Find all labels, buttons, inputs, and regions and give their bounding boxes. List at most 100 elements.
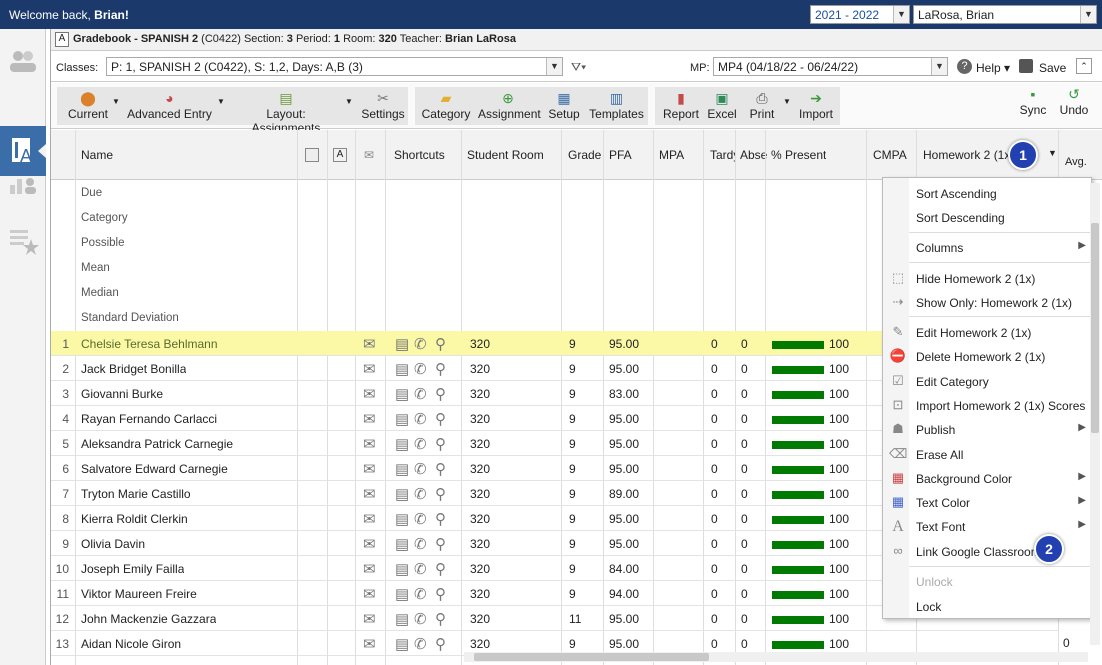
menu-hide-column[interactable]: ⬚ Hide Homework 2 (1x) (883, 267, 1093, 291)
location-icon[interactable]: ⚲ (435, 360, 446, 378)
contact-card-icon[interactable]: ▤ (395, 410, 409, 428)
phone-icon[interactable]: ✆ (414, 635, 427, 653)
phone-icon[interactable]: ✆ (414, 460, 427, 478)
mail-icon[interactable]: ✉ (363, 385, 376, 403)
current-button[interactable]: ⬤ Current (65, 90, 111, 121)
mail-icon[interactable]: ✉ (363, 335, 376, 353)
location-icon[interactable]: ⚲ (435, 385, 446, 403)
menu-show-only[interactable]: ⇢ Show Only: Homework 2 (1x) (883, 291, 1093, 315)
mail-icon[interactable]: ✉ (363, 635, 376, 653)
assignment-button[interactable]: ⊕ Assignment (478, 90, 541, 121)
mail-icon[interactable]: ✉ (363, 485, 376, 503)
col-student-room[interactable]: Student Room (467, 148, 544, 162)
contact-card-icon[interactable]: ▤ (395, 360, 409, 378)
location-icon[interactable]: ⚲ (435, 635, 446, 653)
year-select[interactable]: 2021 - 2022 ▼ (810, 5, 910, 24)
location-icon[interactable]: ⚲ (435, 435, 446, 453)
menu-text-color[interactable]: ▦ Text Color ▶ (883, 491, 1093, 515)
contact-card-icon[interactable]: ▤ (395, 485, 409, 503)
col-present[interactable]: % Present (771, 148, 826, 162)
print-button[interactable]: ⎙ Print (745, 90, 779, 121)
sync-button[interactable]: ▪ Sync (1017, 86, 1049, 117)
scroll-thumb[interactable] (474, 653, 709, 661)
vertical-scrollbar[interactable] (1090, 183, 1100, 645)
photo-icon[interactable] (305, 148, 319, 162)
scroll-thumb[interactable] (1091, 223, 1099, 433)
chevron-down-icon[interactable]: ▼ (345, 97, 353, 106)
mail-icon[interactable]: ✉ (363, 435, 376, 453)
col-homework-2[interactable]: Homework 2 (1x) (923, 148, 1014, 162)
phone-icon[interactable]: ✆ (414, 585, 427, 603)
chart-icon[interactable] (6, 167, 40, 197)
phone-icon[interactable]: ✆ (414, 560, 427, 578)
chevron-down-icon[interactable]: ▼ (783, 97, 791, 106)
mail-icon[interactable]: ✉ (363, 585, 376, 603)
menu-publish[interactable]: ☗ Publish ▶ (883, 418, 1093, 442)
import-button[interactable]: ➔ Import (797, 90, 835, 121)
templates-button[interactable]: ▥ Templates (589, 90, 644, 121)
save-button[interactable]: Save (1039, 61, 1066, 75)
location-icon[interactable]: ⚲ (435, 510, 446, 528)
collapse-icon[interactable]: ⌃ (1076, 58, 1092, 74)
chevron-down-icon[interactable]: ▼ (931, 58, 947, 75)
phone-icon[interactable]: ✆ (414, 435, 427, 453)
col-pfa[interactable]: PFA (609, 148, 632, 162)
location-icon[interactable]: ⚲ (435, 485, 446, 503)
chevron-down-icon[interactable]: ▼ (217, 97, 225, 106)
advanced-entry-button[interactable]: ◕ Advanced Entry (127, 90, 212, 121)
save-icon[interactable] (1019, 59, 1033, 73)
menu-erase-all[interactable]: ⌫ Erase All (883, 443, 1093, 467)
phone-icon[interactable]: ✆ (414, 410, 427, 428)
mail-icon[interactable]: ✉ (363, 560, 376, 578)
list-star-icon[interactable] (6, 225, 40, 255)
menu-import-scores[interactable]: ⊡ Import Homework 2 (1x) Scores (883, 394, 1093, 418)
mail-icon[interactable]: ✉ (363, 610, 376, 628)
col-tardy[interactable]: Tardy (710, 148, 735, 162)
phone-icon[interactable]: ✆ (414, 485, 427, 503)
col-avg[interactable]: Avg. (1065, 156, 1087, 168)
layout-button[interactable]: ▤ Layout: Assignments (233, 90, 339, 135)
settings-button[interactable]: ✂ Settings (361, 90, 405, 121)
menu-background-color[interactable]: ▦ Background Color ▶ (883, 467, 1093, 491)
users-icon[interactable] (6, 47, 40, 77)
setup-button[interactable]: ▦ Setup (546, 90, 582, 121)
classes-select[interactable]: P: 1, SPANISH 2 (C0422), S: 1,2, Days: A… (106, 57, 563, 76)
col-shortcuts[interactable]: Shortcuts (394, 148, 445, 162)
menu-unlock[interactable]: Unlock (883, 570, 1093, 594)
phone-icon[interactable]: ✆ (414, 610, 427, 628)
contact-card-icon[interactable]: ▤ (395, 435, 409, 453)
mail-icon[interactable]: ✉ (363, 360, 376, 378)
chevron-down-icon[interactable]: ▼ (1080, 6, 1096, 23)
location-icon[interactable]: ⚲ (435, 460, 446, 478)
col-mpa[interactable]: MPA (659, 148, 684, 162)
phone-icon[interactable]: ✆ (414, 510, 427, 528)
contact-card-icon[interactable]: ▤ (395, 585, 409, 603)
help-button[interactable]: Help ▾ (976, 61, 1010, 75)
phone-icon[interactable]: ✆ (414, 335, 427, 353)
location-icon[interactable]: ⚲ (435, 410, 446, 428)
report-button[interactable]: ▮ Report (661, 90, 701, 121)
menu-edit-homework[interactable]: ✎ Edit Homework 2 (1x) (883, 321, 1093, 345)
menu-edit-category[interactable]: ☑ Edit Category (883, 370, 1093, 394)
mail-icon[interactable]: ✉ (363, 535, 376, 553)
contact-card-icon[interactable]: ▤ (395, 335, 409, 353)
chevron-down-icon[interactable]: ▼ (893, 6, 909, 23)
contact-card-icon[interactable]: ▤ (395, 535, 409, 553)
mp-select[interactable]: MP4 (04/18/22 - 06/24/22) ▼ (713, 57, 948, 76)
excel-button[interactable]: ▣ Excel (707, 90, 737, 121)
menu-sort-ascending[interactable]: Sort Ascending (883, 182, 1093, 206)
chevron-down-icon[interactable]: ▼ (112, 97, 120, 106)
phone-icon[interactable]: ✆ (414, 535, 427, 553)
col-grade[interactable]: Grade (568, 148, 601, 162)
contact-card-icon[interactable]: ▤ (395, 560, 409, 578)
category-button[interactable]: ▰ Category (421, 90, 471, 121)
undo-button[interactable]: ↺ Undo (1058, 86, 1090, 117)
menu-lock[interactable]: Lock (883, 595, 1093, 619)
column-menu-chevron-icon[interactable]: ▼ (1048, 148, 1057, 158)
phone-icon[interactable]: ✆ (414, 385, 427, 403)
menu-delete-homework[interactable]: ⛔ Delete Homework 2 (1x) (883, 345, 1093, 369)
mail-icon[interactable]: ✉ (363, 460, 376, 478)
menu-columns[interactable]: Columns ▶ (883, 236, 1093, 260)
horizontal-scrollbar[interactable] (464, 652, 1088, 662)
location-icon[interactable]: ⚲ (435, 610, 446, 628)
